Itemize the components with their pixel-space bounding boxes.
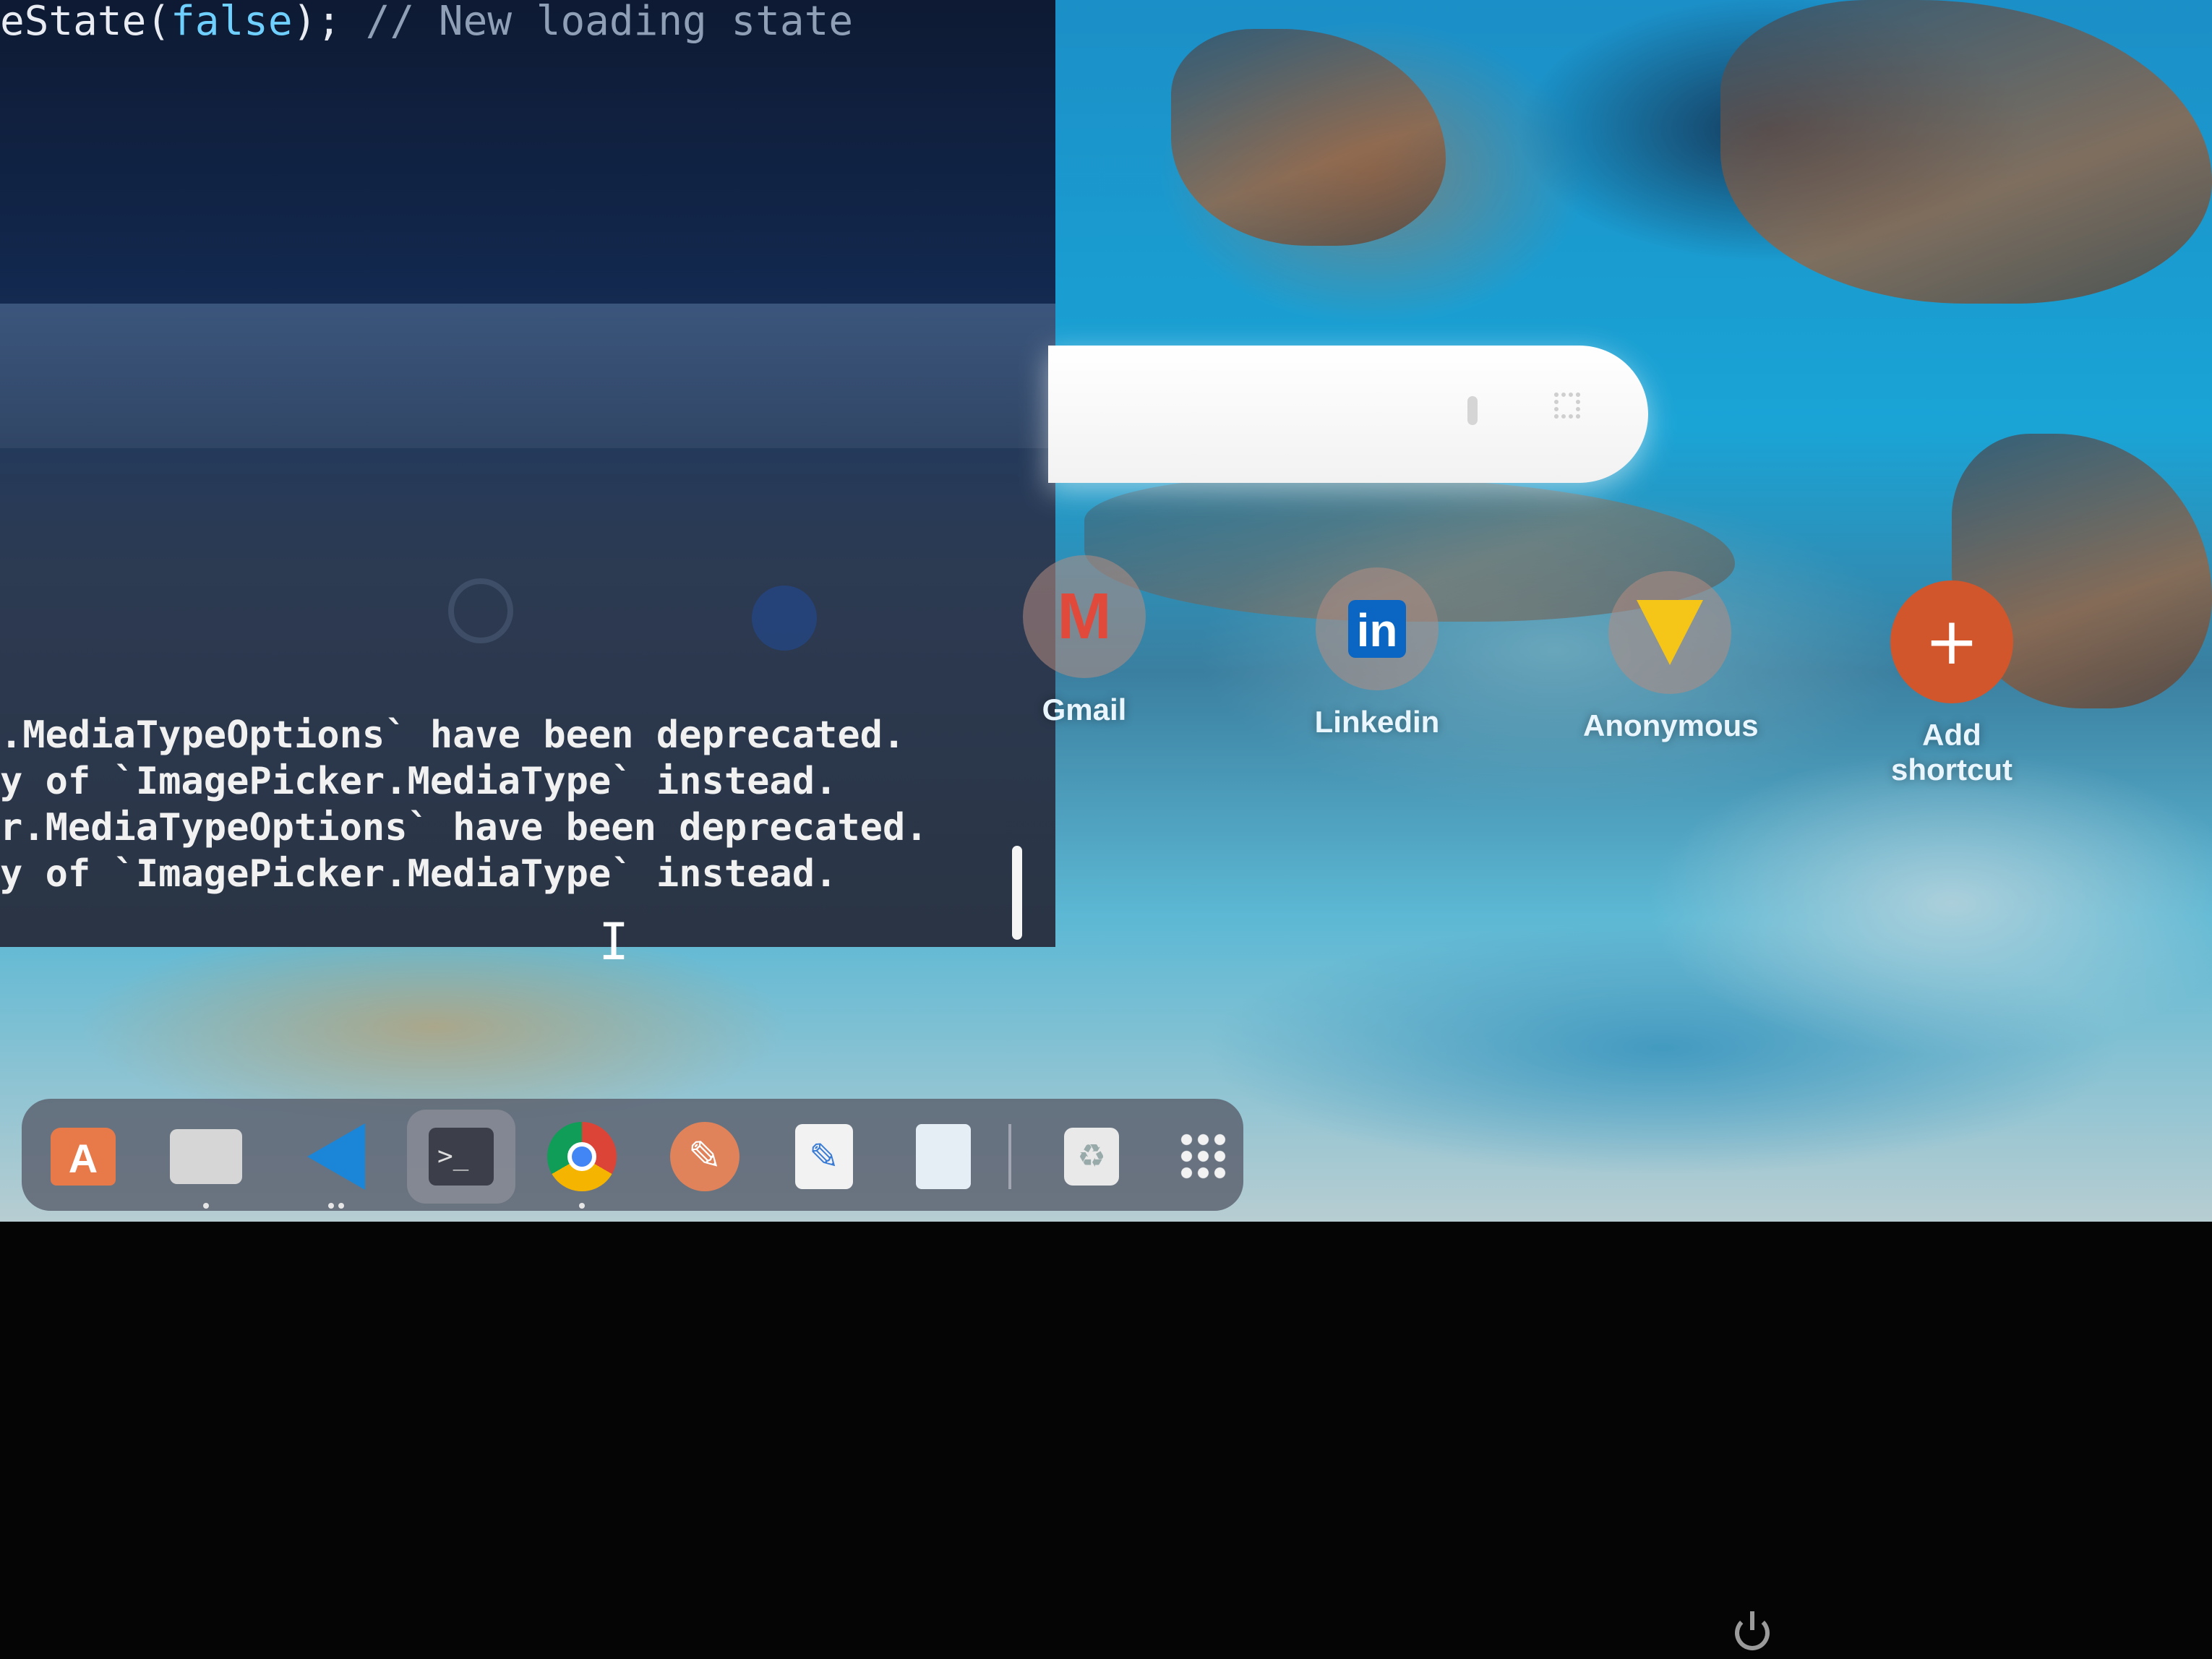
text-editor-icon: ✎ <box>795 1124 853 1189</box>
code-suffix: ); <box>292 0 366 45</box>
output-line: y of `ImagePicker.MediaType` instead. <box>0 760 838 803</box>
pen-icon: ✎ <box>670 1122 740 1191</box>
profile-dot-icon <box>752 586 817 651</box>
code-keyword: false <box>171 0 293 45</box>
dock-terminal[interactable]: >_ <box>407 1110 515 1204</box>
running-indicator <box>328 1203 334 1209</box>
output-line: r.MediaTypeOptions` have been deprecated… <box>0 806 928 849</box>
dock-files[interactable] <box>170 1120 242 1209</box>
shortcut-label: Add shortcut <box>1891 718 2012 786</box>
vite-icon <box>1608 571 1731 694</box>
dock-document[interactable] <box>907 1120 979 1193</box>
dock-separator <box>1008 1124 1011 1189</box>
terminal-icon: >_ <box>429 1128 494 1186</box>
dock-text-editor[interactable]: ✎ <box>788 1120 860 1193</box>
text-cursor-icon: I <box>599 912 630 972</box>
search-input[interactable] <box>1048 346 1648 483</box>
shortcut-label: Anonymous <box>1583 708 1759 742</box>
trash-icon: ♻ <box>1064 1128 1119 1186</box>
dock-vscode[interactable] <box>300 1120 372 1209</box>
chrome-icon <box>547 1122 617 1191</box>
shortcut-anonymous[interactable]: Anonymous <box>1583 571 1759 759</box>
shortcut-label: Linkedin <box>1314 705 1440 739</box>
dock: A >_ ✎ ✎ ♻ <box>22 1099 1243 1211</box>
app-center-icon: A <box>51 1128 116 1186</box>
gmail-icon: M <box>1023 555 1146 678</box>
vscode-icon <box>307 1123 365 1190</box>
code-line: eState(false); // New loading state <box>0 0 853 51</box>
wallpaper-rock <box>1720 0 2212 304</box>
output-line: .MediaTypeOptions` have been deprecated. <box>0 713 906 757</box>
linkedin-icon: in <box>1316 567 1439 690</box>
dock-app-center[interactable]: A <box>47 1120 119 1193</box>
terminal-tab-bar[interactable] <box>0 304 1055 448</box>
output-line: y of `ImagePicker.MediaType` instead. <box>0 852 838 896</box>
lens-icon[interactable] <box>1554 393 1580 419</box>
shortcut-linkedin[interactable]: in Linkedin <box>1290 567 1464 755</box>
running-indicator <box>203 1203 209 1209</box>
google-icon <box>448 578 513 643</box>
folder-icon <box>170 1129 242 1184</box>
app-grid-icon <box>1178 1131 1229 1182</box>
terminal-scrollbar[interactable] <box>1012 846 1022 940</box>
plus-icon: + <box>1890 580 2013 703</box>
microphone-icon[interactable] <box>1467 396 1478 425</box>
terminal-window[interactable]: eState(false); // New loading state .Med… <box>0 0 1055 972</box>
running-indicator <box>579 1203 585 1209</box>
running-indicator <box>338 1203 344 1209</box>
dock-chrome[interactable] <box>546 1120 618 1209</box>
dock-editor[interactable]: ✎ <box>669 1120 741 1193</box>
shortcut-label: Gmail <box>1042 693 1127 726</box>
wallpaper-rock <box>1171 29 1446 246</box>
document-icon <box>916 1124 971 1189</box>
show-apps-button[interactable] <box>1167 1120 1240 1193</box>
power-icon[interactable] <box>1735 1611 1770 1650</box>
code-prefix: eState( <box>0 0 171 45</box>
dock-trash[interactable]: ♻ <box>1055 1120 1128 1193</box>
code-comment: // New loading state <box>365 0 854 45</box>
terminal-output: .MediaTypeOptions` have been deprecated.… <box>0 712 928 897</box>
add-shortcut-button[interactable]: + Add shortcut <box>1865 580 2039 786</box>
shortcut-gmail[interactable]: M Gmail <box>998 555 1171 743</box>
desktop-screen: eState(false); // New loading state .Med… <box>0 0 2212 1222</box>
